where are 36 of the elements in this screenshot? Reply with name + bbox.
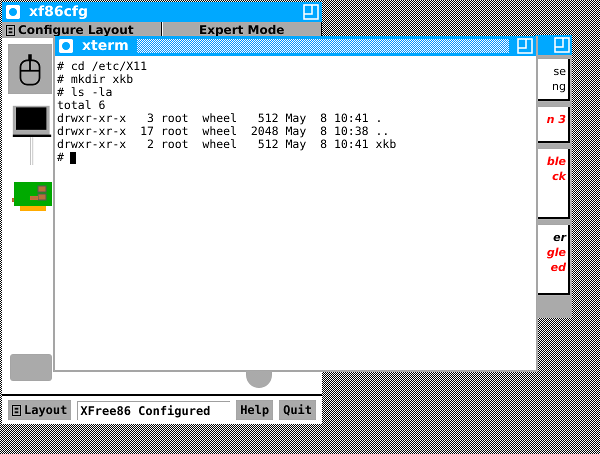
dialog-button[interactable]: Quit <box>279 400 316 420</box>
video-card-drawing[interactable] <box>12 180 54 214</box>
option-card[interactable]: ble ck <box>535 149 570 219</box>
terminal-line: drwxr-xr-x 17 root wheel 2048 May 8 10:38 .. <box>57 125 390 138</box>
window-title: xterm <box>82 38 129 54</box>
card-text: ed <box>550 261 566 274</box>
card-text: n 3 <box>546 113 566 126</box>
window-menu-icon[interactable] <box>5 4 21 20</box>
window-title: xf86cfg <box>29 4 88 20</box>
terminal-line: drwxr-xr-x 2 root wheel 512 May 8 10:41 xkb <box>57 138 396 151</box>
terminal-line: # mkdir xkb <box>57 73 134 86</box>
option-card[interactable]: n 3 <box>535 107 570 143</box>
card-text: ng <box>552 80 566 93</box>
card-text: er <box>553 231 566 244</box>
terminal-line: drwxr-xr-x 3 root wheel 512 May 8 10:41 . <box>57 112 382 125</box>
menu-icon <box>6 24 15 36</box>
maximize-icon[interactable] <box>517 38 533 54</box>
maximize-icon[interactable] <box>303 4 319 20</box>
maximize-icon[interactable] <box>554 37 570 53</box>
option-card[interactable]: er gle ed <box>535 225 570 295</box>
terminal-line: # ls -la <box>57 86 112 99</box>
status-field[interactable]: XFree86 Configured <box>77 400 230 420</box>
card-text: gle <box>546 246 566 259</box>
option-card[interactable]: se ng <box>535 59 570 101</box>
card-text: se <box>554 65 566 78</box>
layout-button[interactable]: Layout <box>8 400 72 420</box>
terminal-line: # <box>57 151 64 164</box>
menu-icon <box>12 404 21 416</box>
card-text: ble <box>546 155 566 168</box>
text-cursor <box>70 152 76 164</box>
terminal-line: total 6 <box>57 99 106 112</box>
window-menu-icon[interactable] <box>58 38 74 54</box>
terminal-line: # cd /etc/X11 <box>57 60 148 73</box>
card-text: ck <box>552 170 566 183</box>
mouse-device-icon[interactable] <box>8 44 52 94</box>
dialog-button[interactable]: Help <box>236 400 274 420</box>
